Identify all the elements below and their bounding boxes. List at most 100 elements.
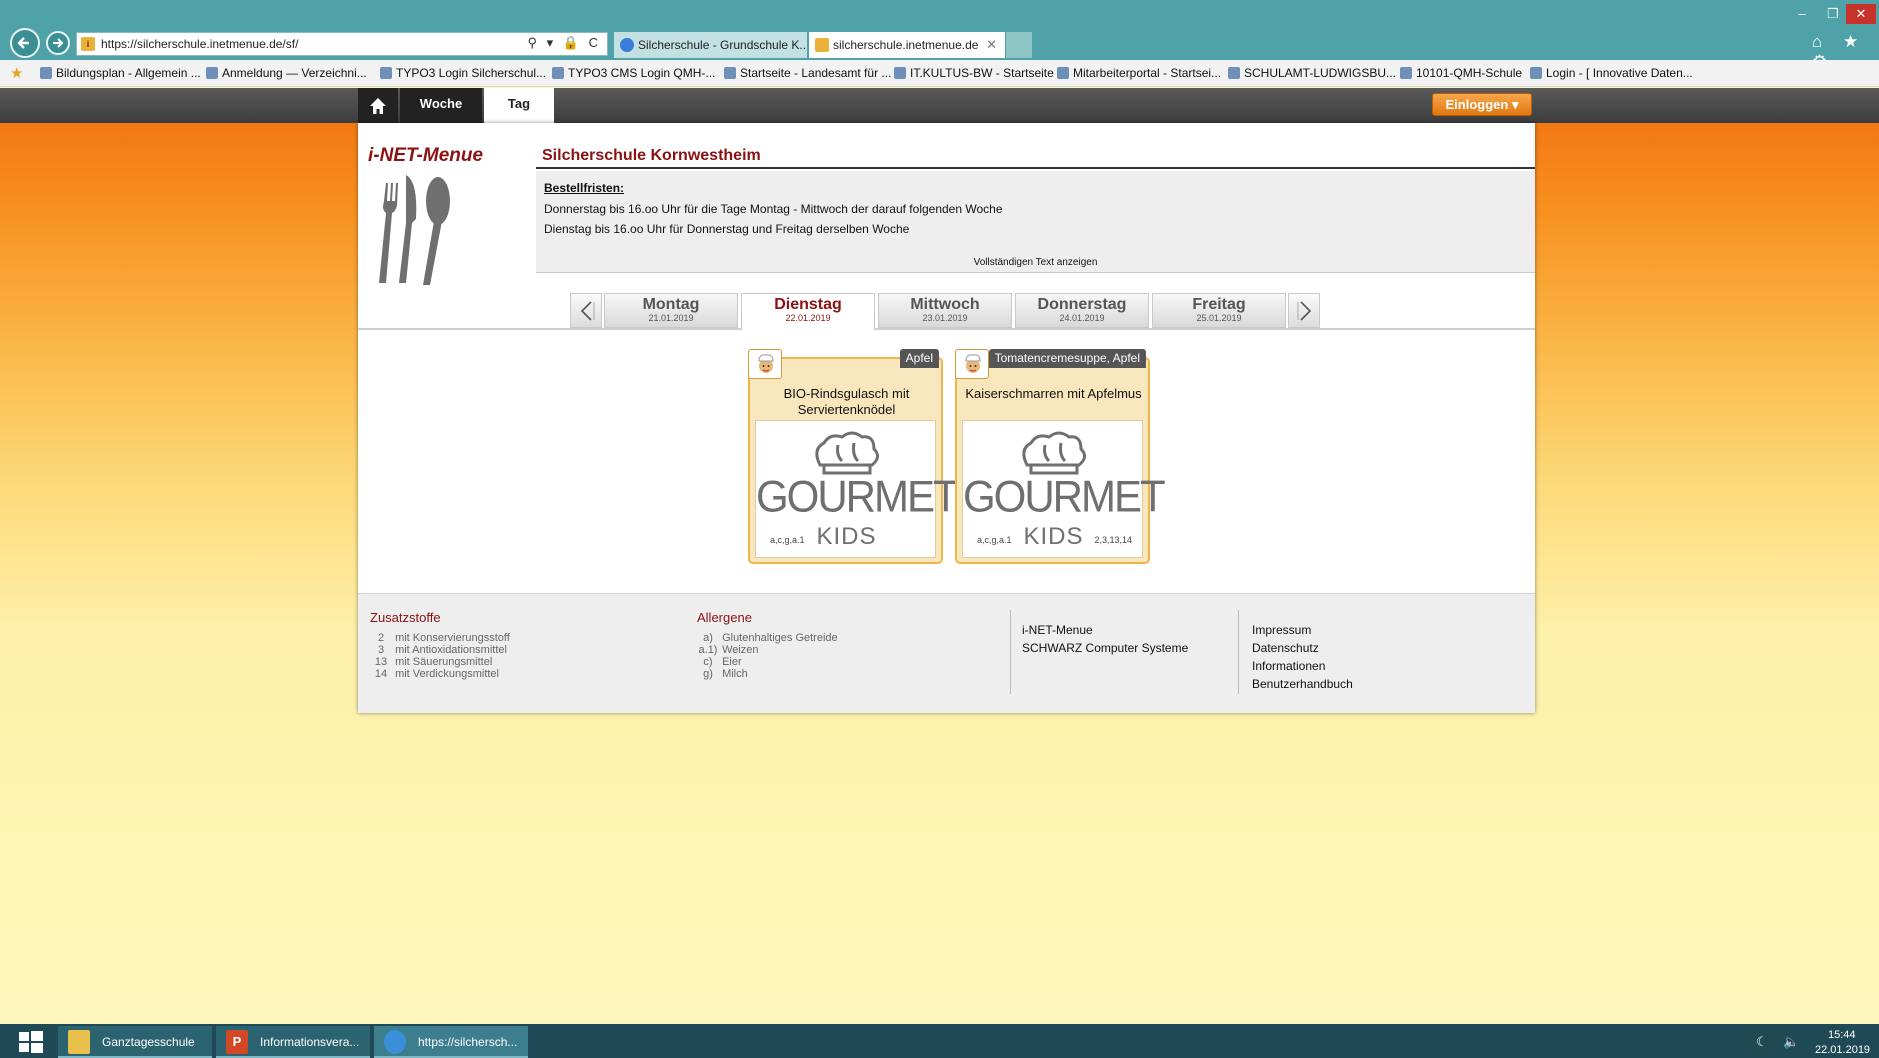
new-tab-button[interactable] — [1006, 32, 1032, 58]
allergen-item: g) Milch — [703, 668, 748, 680]
footer-divider — [1238, 610, 1239, 694]
datenschutz-link[interactable]: Datenschutz — [1252, 641, 1319, 655]
favorite-link[interactable]: TYPO3 CMS Login QMH-... — [552, 66, 715, 80]
taskbar-explorer[interactable]: Ganztagesschule — [58, 1026, 212, 1058]
allergen-codes: a,c,g,a.1 — [977, 535, 1012, 545]
browser-tab-inetmenue[interactable]: silcherschule.inetmenue.de ✕ — [809, 32, 1005, 58]
site-topbar: Woche Tag Einloggen ▾ — [0, 88, 1879, 125]
additive-item: 13 mit Säuerungsmittel — [374, 656, 493, 668]
close-tab-icon[interactable]: ✕ — [986, 37, 997, 53]
day-name: Donnerstag — [1037, 296, 1127, 313]
day-tab-mittwoch[interactable]: Mittwoch 23.01.2019 — [878, 293, 1012, 328]
show-full-text-link[interactable]: Vollständigen Text anzeigen — [536, 257, 1535, 268]
day-date: 23.01.2019 — [922, 313, 968, 323]
tab-label: Silcherschule - Grundschule K... — [638, 38, 807, 52]
address-url[interactable]: https://silcherschule.inetmenue.de/sf/ — [101, 37, 298, 51]
order-deadlines-box: Bestellfristen: Donnerstag bis 16.oo Uhr… — [536, 171, 1535, 273]
nav-tag[interactable]: Tag — [484, 88, 554, 125]
tab-label: silcherschule.inetmenue.de — [833, 38, 979, 52]
day-tabs-baseline — [358, 328, 1535, 330]
browser-tab-silcherschule[interactable]: Silcherschule - Grundschule K... — [614, 32, 807, 58]
taskbar-label: Ganztagesschule — [102, 1035, 195, 1049]
favorite-link[interactable]: 10101-QMH-Schule — [1400, 66, 1522, 80]
clock-time[interactable]: 15:44 — [1828, 1029, 1856, 1041]
chef-info-icon[interactable] — [748, 349, 782, 379]
favorites-star-icon[interactable]: ★ — [10, 64, 23, 82]
clock-date[interactable]: 22.01.2019 — [1815, 1044, 1870, 1056]
favorite-link[interactable]: Anmeldung — Verzeichni... — [206, 66, 367, 80]
additive-item: 3 mit Antioxidationsmittel — [377, 644, 507, 656]
day-name: Dienstag — [774, 296, 842, 313]
ie-page-icon — [620, 38, 634, 52]
previous-week-button[interactable] — [570, 293, 602, 328]
allergen-codes: a,c,g,a.1 — [770, 535, 805, 545]
home-icon — [370, 98, 386, 114]
benutzerhandbuch-link[interactable]: Benutzerhandbuch — [1252, 677, 1353, 691]
legend-footer: Zusatzstoffe 2 mit Konservierungsstoff 3… — [358, 593, 1535, 713]
day-date: 25.01.2019 — [1196, 313, 1242, 323]
windows-taskbar: Ganztagesschule P Informationsvera... ht… — [0, 1024, 1879, 1058]
footer-divider — [1010, 610, 1011, 694]
home-button[interactable] — [358, 88, 398, 123]
address-action-icons[interactable]: ⚲ ▾ 🔒 C — [528, 35, 601, 51]
menu-title: BIO-Rindsgulasch mit Serviertenknödel — [783, 386, 910, 417]
close-window-button[interactable]: ✕ — [1846, 4, 1876, 24]
cutlery-logo-icon — [379, 175, 450, 285]
address-bar[interactable]: i https://silcherschule.inetmenue.de/sf/… — [76, 32, 608, 56]
forward-button[interactable] — [46, 31, 70, 55]
folder-icon — [68, 1030, 90, 1054]
login-button[interactable]: Einloggen ▾ — [1432, 93, 1532, 116]
site-favicon-icon: i — [81, 37, 95, 51]
menu-card[interactable]: Apfel BIO-Rindsgulasch mit Serviertenknö… — [748, 349, 959, 564]
taskbar-label: https://silchersch... — [418, 1035, 518, 1049]
taskbar-internet-explorer[interactable]: https://silchersch... — [374, 1026, 528, 1058]
allergens-list: a) Glutenhaltiges Getreide a.1) Weizen c… — [697, 632, 838, 680]
taskbar-label: Informationsvera... — [260, 1035, 360, 1049]
day-name: Montag — [642, 296, 700, 313]
nav-woche[interactable]: Woche — [400, 88, 482, 123]
day-name: Mittwoch — [910, 296, 980, 313]
menu-card[interactable]: Tomatencremesuppe, Apfel Kaiserschmarren… — [955, 349, 1166, 564]
day-date: 22.01.2019 — [785, 313, 831, 323]
deadlines-heading: Bestellfristen: — [544, 181, 625, 195]
day-tab-donnerstag[interactable]: Donnerstag 24.01.2019 — [1015, 293, 1149, 328]
system-tray-icons[interactable]: ☾ 🔈 — [1756, 1034, 1805, 1050]
favorite-link[interactable]: Startseite - Landesamt für ... — [724, 66, 891, 80]
favorite-link[interactable]: Mitarbeiterportal - Startsei... — [1057, 66, 1221, 80]
back-button[interactable] — [10, 28, 40, 58]
favorite-link[interactable]: TYPO3 Login Silcherschul... — [380, 66, 546, 80]
logo-brand: GOURMET — [756, 471, 959, 522]
chef-info-icon[interactable] — [955, 349, 989, 379]
allergens-heading: Allergene — [697, 610, 752, 625]
favorite-link[interactable]: Login - [ Innovative Daten... — [1530, 66, 1693, 80]
content-panel: i-NET-Menue Silcherschule Kornwestheim B… — [358, 123, 1535, 713]
favorite-link[interactable]: SCHULAMT-LUDWIGSBU... — [1228, 66, 1396, 80]
school-title: Silcherschule Kornwestheim — [542, 147, 761, 164]
next-week-button[interactable] — [1288, 293, 1320, 328]
chevron-left-icon — [580, 301, 595, 321]
allergen-item: c) Eier — [703, 656, 742, 668]
logo-brand: GOURMET — [963, 471, 1166, 522]
day-tab-dienstag[interactable]: Dienstag 22.01.2019 — [741, 293, 875, 330]
windows-logo-icon — [19, 1031, 43, 1053]
favorite-link[interactable]: Bildungsplan - Allgemein ... — [40, 66, 201, 80]
start-button[interactable] — [8, 1028, 52, 1056]
day-tab-freitag[interactable]: Freitag 25.01.2019 — [1152, 293, 1286, 328]
favorite-link[interactable]: IT.KULTUS-BW - Startseite — [894, 66, 1054, 80]
informationen-link[interactable]: Informationen — [1252, 659, 1325, 673]
day-tab-montag[interactable]: Montag 21.01.2019 — [604, 293, 738, 328]
title-divider — [536, 167, 1535, 169]
favorites-bar: ★ Bildungsplan - Allgemein ... Anmeldung… — [0, 60, 1879, 87]
browser-titlebar: – ❐ ✕ i https://silcherschule.inetmenue.… — [0, 0, 1879, 71]
additive-item: 14 mit Verdickungsmittel — [374, 668, 499, 680]
arrow-right-icon — [53, 38, 64, 48]
impressum-link[interactable]: Impressum — [1252, 623, 1311, 637]
minimize-button[interactable]: – — [1787, 4, 1817, 24]
gourmet-kids-logo: GOURMET KIDS a,c,g,a.1 2,3,13,14 — [962, 420, 1166, 558]
taskbar-powerpoint[interactable]: P Informationsvera... — [216, 1026, 370, 1058]
maximize-button[interactable]: ❐ — [1818, 4, 1848, 24]
additive-codes: 2,3,13,14 — [1094, 535, 1132, 545]
deadline-line: Donnerstag bis 16.oo Uhr für die Tage Mo… — [544, 202, 1003, 216]
arrow-left-icon — [17, 37, 29, 49]
site-favicon-icon — [815, 38, 829, 52]
